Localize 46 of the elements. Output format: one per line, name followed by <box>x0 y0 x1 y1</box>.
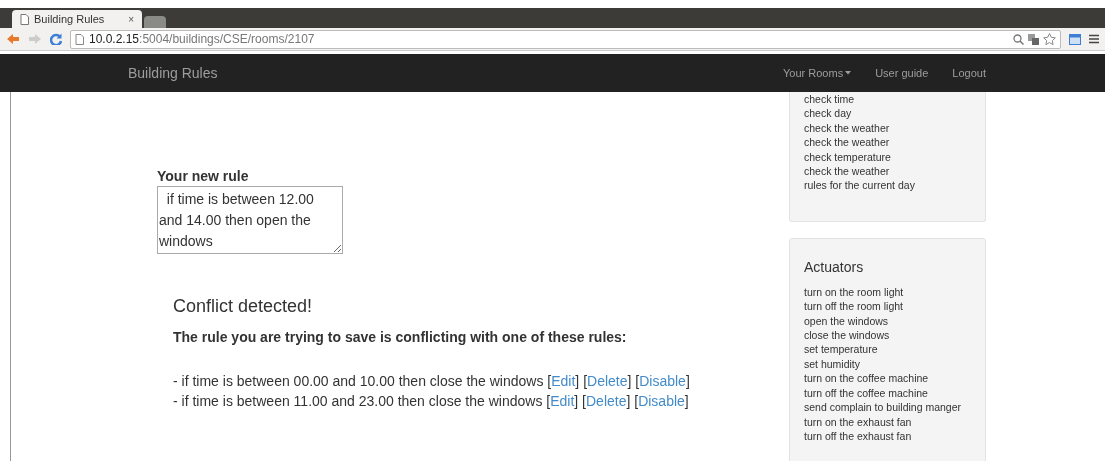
sidebar-item[interactable]: check temperature <box>804 149 971 165</box>
sidebar-item[interactable]: set temperature <box>804 342 971 357</box>
brand-title[interactable]: Building Rules <box>128 65 783 81</box>
panel-title: Actuators <box>804 258 865 275</box>
star-icon[interactable] <box>1043 33 1056 45</box>
sidebar-item[interactable]: turn on the coffee machine <box>804 371 971 386</box>
sidebar-item[interactable]: set humidity <box>804 356 971 372</box>
nav-link[interactable]: User guide <box>875 67 929 79</box>
zoom-icon[interactable] <box>1013 33 1024 45</box>
browser-tab[interactable] <box>144 16 166 28</box>
sidebar-item[interactable]: check the weather <box>804 120 971 136</box>
sidebar-item[interactable]: check the weather <box>804 135 971 150</box>
browser-tab[interactable]: Building Rules × <box>12 10 142 28</box>
sidebar-item[interactable]: send complain to building manger <box>804 400 971 415</box>
sidebar-item[interactable]: turn off the room light <box>804 299 971 314</box>
action-link[interactable]: Delete <box>587 373 628 389</box>
action-link[interactable]: Disable <box>638 393 685 409</box>
close-icon[interactable]: × <box>128 13 134 25</box>
sidebar-item[interactable]: check time <box>804 92 971 107</box>
nav-link[interactable]: Logout <box>952 67 986 79</box>
sidebar-item[interactable]: turn off the exhaust fan <box>804 428 971 444</box>
reload-icon[interactable] <box>50 33 62 45</box>
sidebar-item[interactable]: check the weather <box>804 164 971 179</box>
action-link[interactable]: Delete <box>586 393 627 409</box>
translate-icon[interactable] <box>1028 33 1039 45</box>
action-link[interactable]: Disable <box>639 373 686 389</box>
sidebar-item[interactable]: rules for the current day <box>804 178 971 193</box>
sidebar-item[interactable]: check day <box>804 106 971 121</box>
menu-icon[interactable] <box>1089 34 1099 44</box>
address-field[interactable]: 10.0.2.15:5004/buildings/CSE/rooms/2107 <box>70 29 1061 49</box>
nav-link[interactable]: Your Rooms <box>783 67 852 79</box>
url-text: 10.0.2.15:5004/buildings/CSE/rooms/2107 <box>89 32 315 46</box>
conflict-heading: Conflict detected! <box>173 296 314 317</box>
sidebar-item[interactable]: turn off the coffee machine <box>804 385 971 401</box>
sidebar-item[interactable]: turn on the room light <box>804 284 971 300</box>
sidebar-item[interactable]: turn on the exhaust fan <box>804 414 971 429</box>
page-icon <box>75 33 84 45</box>
field-label: Your new rule <box>157 168 250 184</box>
extension-icon[interactable] <box>1069 33 1081 45</box>
back-icon[interactable] <box>6 33 20 45</box>
page-icon <box>20 13 29 25</box>
caret-icon <box>845 71 852 75</box>
sidebar-item[interactable]: close the windows <box>804 328 971 343</box>
rule-input-field[interactable]: if time is between 12.00 and 14.00 then open the windows <box>157 186 343 254</box>
conflict-message: The rule you are trying to save is conflicting with one of these rules: <box>173 329 628 345</box>
sidebar-item[interactable]: open the windows <box>804 313 971 329</box>
